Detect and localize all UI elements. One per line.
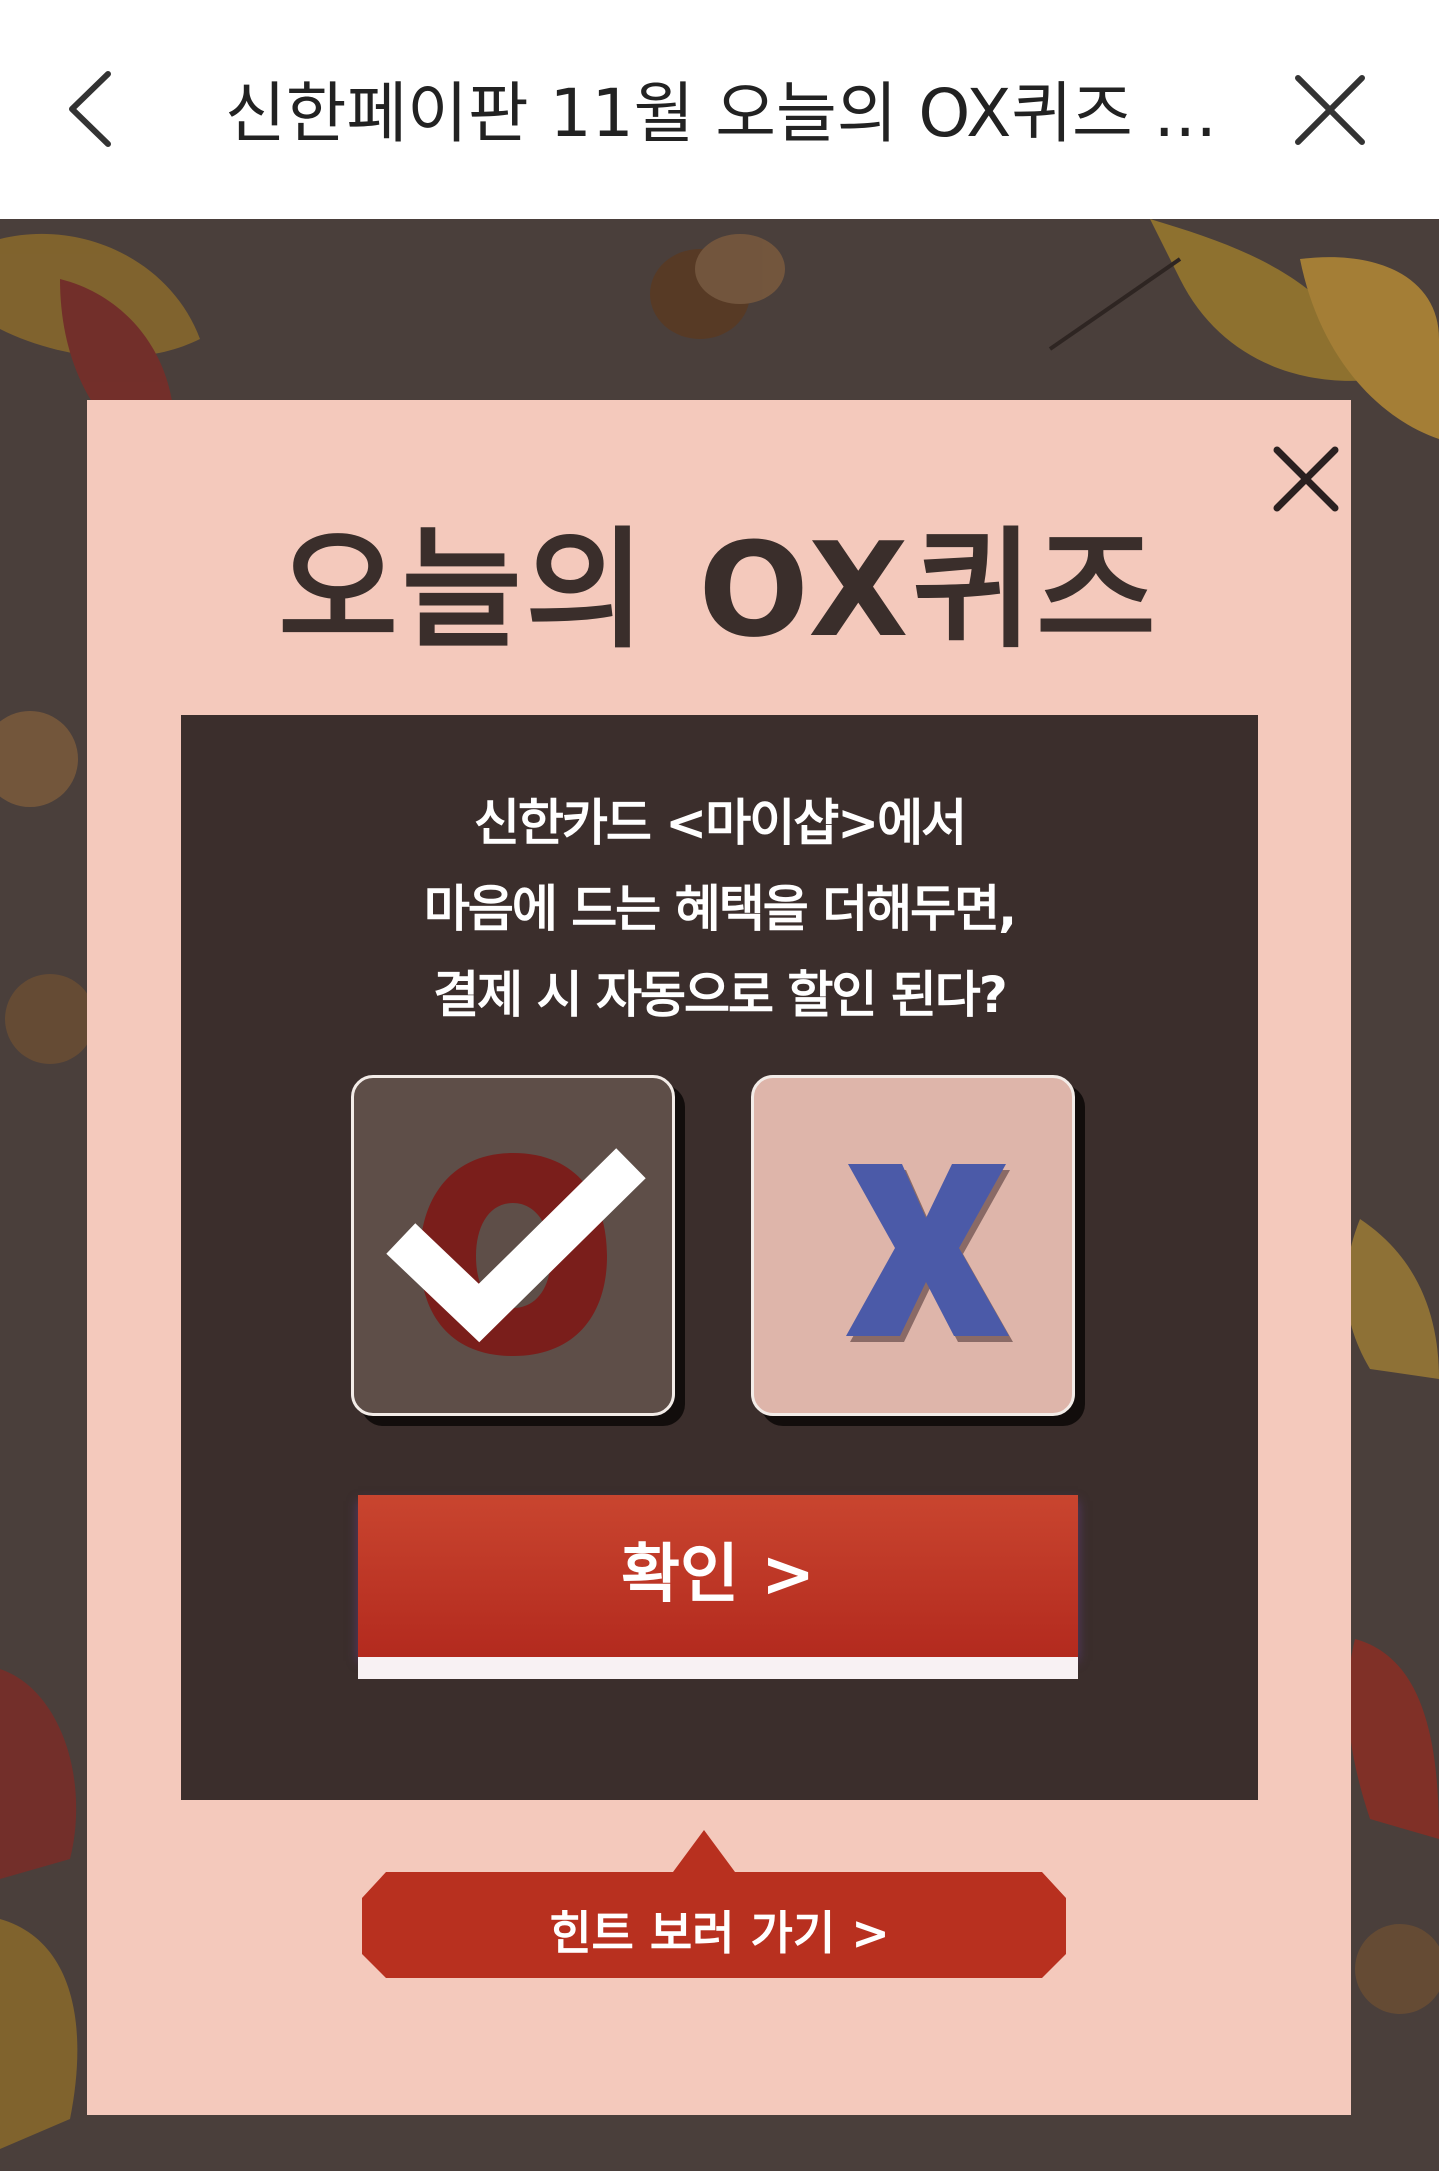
- quiz-heading: 오늘의 OX퀴즈: [278, 514, 1160, 666]
- question-line: 마음에 드는 혜택을 더해두면,: [423, 880, 1017, 938]
- x-letter-shape: [846, 1164, 1013, 1342]
- popup-close-icon[interactable]: [1257, 430, 1352, 525]
- question-line: 결제 시 자동으로 할인 된다?: [433, 966, 1008, 1024]
- question-text: 신한카드 <마이샵>에서 마음에 드는 혜택을 더해두면, 결제 시 자동으로 …: [181, 780, 1258, 1038]
- close-icon[interactable]: [1290, 70, 1370, 150]
- question-line: 신한카드 <마이샵>에서: [473, 794, 967, 852]
- quiz-popup: 오늘의 OX퀴즈 신한카드 <마이샵>에서 마음에 드는 혜택을 더해두면, 결…: [87, 400, 1351, 2115]
- answer-o-button[interactable]: [351, 1075, 675, 1416]
- page-title: 신한페이판 11월 오늘의 OX퀴즈 ...: [225, 75, 1217, 152]
- confirm-button[interactable]: 확인 >: [358, 1495, 1078, 1679]
- hint-button-label: 힌트 보러 가기 >: [549, 1906, 890, 1960]
- question-box: 신한카드 <마이샵>에서 마음에 드는 혜택을 더해두면, 결제 시 자동으로 …: [181, 715, 1258, 1800]
- confirm-button-label: 확인 >: [621, 1538, 815, 1612]
- app-bar: 신한페이판 11월 오늘의 OX퀴즈 ...: [0, 0, 1439, 219]
- answer-x-button[interactable]: [751, 1075, 1075, 1416]
- hint-button[interactable]: 힌트 보러 가기 >: [362, 1830, 1077, 1990]
- back-arrow-icon[interactable]: [60, 62, 130, 157]
